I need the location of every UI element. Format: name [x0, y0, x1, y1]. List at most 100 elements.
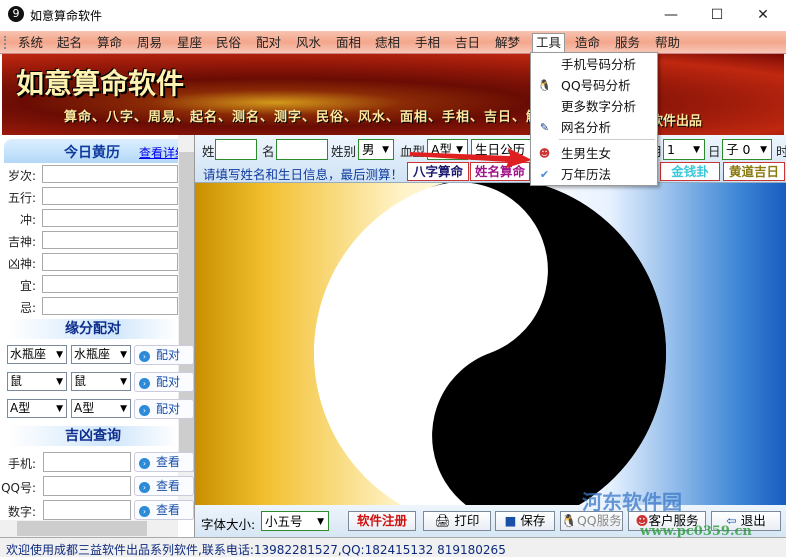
- match-select-a[interactable]: A型 ▼: [7, 399, 67, 418]
- menu-4[interactable]: 星座: [174, 34, 205, 52]
- hour-select[interactable]: 子 0 ▼: [722, 139, 772, 160]
- gender-label: 姓别: [331, 144, 357, 159]
- tools-menu-label: 万年历法: [561, 167, 612, 182]
- hour-label: 时: [776, 144, 786, 159]
- tools-menu-item[interactable]: 🐧 QQ号码分析: [531, 75, 657, 96]
- menu-9[interactable]: 痣相: [372, 34, 403, 52]
- menu-11[interactable]: 吉日: [452, 34, 483, 52]
- tools-menu-item[interactable]: ✔ 万年历法: [531, 164, 657, 185]
- match-select-a[interactable]: 鼠 ▼: [7, 372, 67, 391]
- tools-menu-label: QQ号码分析: [561, 78, 631, 93]
- maximize-button[interactable]: ☐: [694, 0, 740, 30]
- save-button[interactable]: ■ 保存: [495, 511, 555, 531]
- menu-15[interactable]: 服务: [612, 34, 643, 52]
- surname-label: 姓: [202, 144, 215, 159]
- font-size-label: 字体大小:: [201, 517, 256, 532]
- menu-14[interactable]: 造命: [572, 34, 603, 52]
- tools-menu-label: 网名分析: [561, 120, 612, 135]
- query-input[interactable]: [43, 452, 131, 472]
- match-select-b[interactable]: 鼠 ▼: [71, 372, 131, 391]
- month-value: 1: [667, 142, 675, 157]
- match-button[interactable]: › 配对: [134, 345, 194, 365]
- match-button[interactable]: › 配对: [134, 399, 194, 419]
- almanac-label: 五行:: [7, 191, 36, 205]
- query-button[interactable]: › 查看: [134, 452, 194, 472]
- scroll-thumb[interactable]: [179, 152, 194, 472]
- arrow-right-icon: ›: [139, 351, 150, 362]
- chevron-down-icon: ▼: [120, 377, 127, 387]
- almanac-field[interactable]: [42, 297, 178, 315]
- almanac-detail-link[interactable]: 查看详细: [139, 144, 179, 161]
- almanac-field[interactable]: [42, 165, 178, 183]
- menu-12[interactable]: 解梦: [492, 34, 523, 52]
- tools-dropdown-menu: 手机号码分析 🐧 QQ号码分析 更多数字分析 ✎ 网名分析 ☻ 生男生女 ✔ 万年历法: [530, 52, 658, 186]
- pen-icon: ✎: [539, 121, 550, 134]
- query-button-label: 查看: [156, 479, 181, 493]
- menu-separator: [559, 139, 655, 140]
- check-icon: ✔: [539, 168, 550, 181]
- auspicious-day-button[interactable]: 黄道吉日: [723, 162, 785, 181]
- almanac-field[interactable]: [42, 253, 178, 271]
- minimize-button[interactable]: —: [648, 0, 694, 30]
- chevron-down-icon: ▼: [56, 350, 63, 360]
- banner-subtitle: 算命、八字、周易、起名、测名、测字、民俗、风水、面相、手相、吉日、解梦: [64, 110, 555, 125]
- query-label: 手机:: [7, 457, 36, 471]
- query-label: QQ号:: [1, 481, 36, 495]
- coin-divination-button[interactable]: 金钱卦: [660, 162, 720, 181]
- query-button-label: 查看: [156, 455, 181, 469]
- tools-menu-item[interactable]: ✎ 网名分析: [531, 117, 657, 138]
- query-button[interactable]: › 查看: [134, 476, 194, 496]
- register-button[interactable]: 软件注册: [348, 511, 416, 531]
- almanac-field[interactable]: [42, 231, 178, 249]
- query-input[interactable]: [43, 476, 131, 496]
- menu-8[interactable]: 面相: [333, 34, 364, 52]
- almanac-label: 吉神:: [7, 235, 36, 249]
- form-hint: 请填写姓名和生日信息，最后测算！: [203, 167, 404, 182]
- query-input[interactable]: [43, 500, 131, 520]
- menu-3[interactable]: 周易: [134, 34, 165, 52]
- tools-menu-item[interactable]: 手机号码分析: [531, 54, 657, 75]
- menu-5[interactable]: 民俗: [213, 34, 244, 52]
- query-button[interactable]: › 查看: [134, 500, 194, 520]
- window-title: 如意算命软件: [30, 9, 103, 23]
- menu-16[interactable]: 帮助: [652, 34, 683, 52]
- scroll-thumb[interactable]: [17, 521, 147, 536]
- name-input[interactable]: [276, 139, 328, 160]
- almanac-field[interactable]: [42, 209, 178, 227]
- left-panel: 今日黄历 查看详细 缘分配对 吉凶查询 岁次: 五行: 冲: 吉神: 凶神: 宜: 忌: 水瓶…: [0, 135, 195, 537]
- status-bar: 欢迎使用成都三益软件出品系列软件,联系电话:13982281527,QQ:182…: [0, 537, 786, 557]
- menu-2[interactable]: 算命: [94, 34, 125, 52]
- match-select-a[interactable]: 水瓶座 ▼: [7, 345, 67, 364]
- menu-7[interactable]: 风水: [293, 34, 324, 52]
- watermark-name: 河东软件园: [582, 490, 682, 514]
- almanac-field[interactable]: [42, 187, 178, 205]
- menu-6[interactable]: 配对: [253, 34, 284, 52]
- match-button[interactable]: › 配对: [134, 372, 194, 392]
- close-button[interactable]: ✕: [740, 0, 786, 30]
- menu-10[interactable]: 手相: [412, 34, 443, 52]
- horizontal-scrollbar[interactable]: [0, 520, 178, 537]
- watermark-url: www.pc0359.cn: [640, 524, 752, 539]
- match-button-label: 配对: [156, 375, 181, 389]
- match-section-title: 缘分配对: [8, 319, 178, 339]
- match-select-b[interactable]: A型 ▼: [71, 399, 131, 418]
- menu-13[interactable]: 工具: [532, 33, 566, 54]
- menu-1[interactable]: 起名: [54, 34, 85, 52]
- gender-select[interactable]: 男 ▼: [358, 139, 394, 160]
- tools-menu-item[interactable]: ☻ 生男生女: [531, 143, 657, 164]
- surname-input[interactable]: [215, 139, 257, 160]
- menu-0[interactable]: 系统: [15, 34, 46, 52]
- almanac-field[interactable]: [42, 275, 178, 293]
- month-select[interactable]: 1 ▼: [663, 139, 705, 160]
- print-button[interactable]: 🖨 打印: [423, 511, 491, 531]
- yin-yang-image: [195, 183, 786, 505]
- day-label: 日: [708, 144, 721, 159]
- almanac-label: 凶神:: [7, 257, 36, 271]
- printer-icon: 🖨: [434, 513, 455, 528]
- tools-menu-label: 手机号码分析: [561, 57, 637, 72]
- match-select-b[interactable]: 水瓶座 ▼: [71, 345, 131, 364]
- font-size-select[interactable]: 小五号 ▼: [261, 511, 329, 531]
- tools-menu-item[interactable]: 更多数字分析: [531, 96, 657, 117]
- query-label: 数字:: [7, 505, 36, 519]
- yin-yang-symbol: [314, 183, 666, 505]
